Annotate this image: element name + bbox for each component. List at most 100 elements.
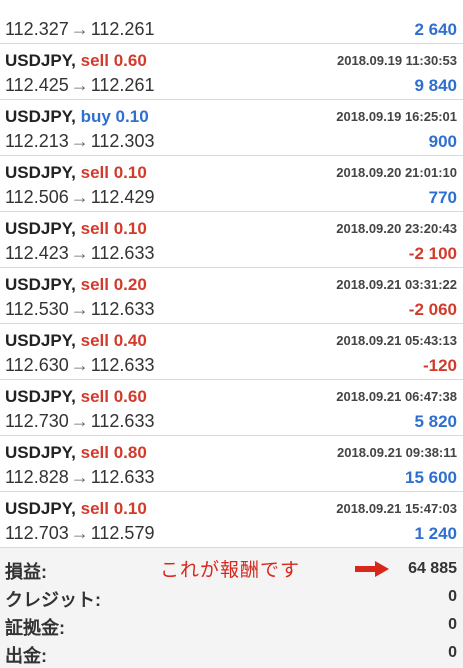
trade-close-time: 2018.09.21 06:47:38 <box>336 389 457 404</box>
close-price: 112.579 <box>90 523 155 543</box>
open-price: 112.530 <box>5 299 69 319</box>
right-arrow-icon: → <box>70 75 89 95</box>
trade-row[interactable]: USDJPY, buy 0.10 2018.09.19 16:25:01 112.2… <box>0 100 463 156</box>
right-arrow-icon: → <box>70 19 89 39</box>
profit-label: 損益: <box>5 562 47 582</box>
trade-close-time: 2018.09.20 21:01:10 <box>336 165 457 180</box>
trade-symbol: USDJPY, <box>5 107 76 126</box>
close-price: 112.633 <box>90 243 155 263</box>
trade-close-time: 2018.09.19 11:30:53 <box>337 53 457 68</box>
close-price: 112.429 <box>90 187 155 207</box>
trade-symbol: USDJPY, <box>5 275 76 294</box>
open-price: 112.506 <box>5 187 69 207</box>
trade-prices: 112.425 → 112.261 <box>5 75 154 96</box>
trade-prices: 112.506 → 112.429 <box>5 187 154 208</box>
open-price: 112.630 <box>5 355 69 375</box>
trade-row[interactable]: USDJPY, sell 0.10 2018.09.20 23:20:43 112.… <box>0 212 463 268</box>
close-price: 112.633 <box>90 299 155 319</box>
trade-close-time: 2018.09.20 23:20:43 <box>336 221 457 236</box>
summary-row-deposit: 証拠金: 0 <box>0 610 463 638</box>
open-price: 112.327 <box>5 19 69 39</box>
trade-side-lot: sell 0.20 <box>80 275 147 294</box>
trade-prices: 112.703 → 112.579 <box>5 523 154 544</box>
trade-side-lot: sell 0.10 <box>80 163 147 182</box>
trade-prices: 112.730 → 112.633 <box>5 411 154 432</box>
trade-symbol: USDJPY, <box>5 219 76 238</box>
trade-prices: 112.530 → 112.633 <box>5 299 154 320</box>
trade-symbol: USDJPY, <box>5 499 76 518</box>
summary-row-credit: クレジット: 0 <box>0 582 463 610</box>
trade-profit: -2 100 <box>408 244 457 263</box>
trade-symbol: USDJPY, <box>5 331 76 350</box>
trade-row[interactable]: USDJPY, sell 0.20 2018.09.21 03:31:22 112.… <box>0 268 463 324</box>
trade-profit: -120 <box>422 356 457 375</box>
trade-profit: 9 840 <box>414 76 457 95</box>
trade-symbol: USDJPY, <box>5 387 76 406</box>
trade-side-lot: sell 0.60 <box>80 51 147 70</box>
trade-history-list: 112.327 → 112.261 2 640 USDJPY, sell 0.60 201… <box>0 0 463 548</box>
trade-side-lot: sell 0.10 <box>80 219 147 238</box>
summary-row-profit: 損益: これが報酬です 64 885 <box>0 554 463 582</box>
credit-value: 0 <box>448 588 457 605</box>
close-price: 112.633 <box>90 467 155 487</box>
trade-row[interactable]: USDJPY, sell 0.80 2018.09.21 09:38:11 112.… <box>0 436 463 492</box>
open-price: 112.213 <box>5 131 69 151</box>
close-price: 112.261 <box>90 75 155 95</box>
trade-row[interactable]: USDJPY, sell 0.10 2018.09.20 21:01:10 112.… <box>0 156 463 212</box>
trade-prices: 112.630 → 112.633 <box>5 355 154 376</box>
deposit-value: 0 <box>448 616 457 633</box>
trade-symbol: USDJPY, <box>5 51 76 70</box>
trade-side-lot: sell 0.80 <box>80 443 147 462</box>
trade-side-lot: sell 0.40 <box>80 331 147 350</box>
handwritten-annotation: これが報酬です <box>160 559 301 581</box>
trade-close-time: 2018.09.19 16:25:01 <box>336 109 457 124</box>
credit-label: クレジット: <box>5 590 101 610</box>
trade-profit: 2 640 <box>414 20 457 39</box>
trade-side-lot: sell 0.60 <box>80 387 147 406</box>
trade-close-time: 2018.09.21 15:47:03 <box>336 501 457 516</box>
right-arrow-icon: → <box>70 187 89 207</box>
close-price: 112.633 <box>90 411 155 431</box>
trade-profit: 770 <box>428 188 457 207</box>
trade-row[interactable]: USDJPY, sell 0.60 2018.09.21 06:47:38 112.… <box>0 380 463 436</box>
account-summary: 損益: これが報酬です 64 885 クレジット: 0 証拠金: 0 出金: 0 <box>0 554 463 666</box>
withdrawal-label: 出金: <box>5 646 47 666</box>
right-arrow-icon: → <box>70 131 89 151</box>
deposit-label: 証拠金: <box>5 618 65 638</box>
trade-prices: 112.327 → 112.261 <box>5 19 154 40</box>
trade-profit: 5 820 <box>414 412 457 431</box>
trade-row[interactable]: 112.327 → 112.261 2 640 <box>0 0 463 44</box>
trade-close-time: 2018.09.21 05:43:13 <box>336 333 457 348</box>
open-price: 112.703 <box>5 523 69 543</box>
trade-profit: -2 060 <box>408 300 457 319</box>
summary-row-withdrawal: 出金: 0 <box>0 638 463 666</box>
right-arrow-icon: → <box>70 467 89 487</box>
trade-row[interactable]: USDJPY, sell 0.10 2018.09.21 15:47:03 112.… <box>0 492 463 548</box>
close-price: 112.261 <box>90 19 155 39</box>
trade-profit: 900 <box>428 132 457 151</box>
profit-value: 64 885 <box>408 560 457 577</box>
open-price: 112.425 <box>5 75 69 95</box>
trade-prices: 112.423 → 112.633 <box>5 243 154 264</box>
right-arrow-icon: → <box>70 355 89 375</box>
trade-profit: 1 240 <box>414 524 457 543</box>
trade-prices: 112.828 → 112.633 <box>5 467 154 488</box>
trade-side-lot: sell 0.10 <box>80 499 147 518</box>
trade-symbol: USDJPY, <box>5 443 76 462</box>
open-price: 112.423 <box>5 243 69 263</box>
trade-close-time: 2018.09.21 09:38:11 <box>337 445 457 460</box>
close-price: 112.633 <box>90 355 155 375</box>
trade-row[interactable]: USDJPY, sell 0.60 2018.09.19 11:30:53 112.… <box>0 44 463 100</box>
close-price: 112.303 <box>90 131 155 151</box>
withdrawal-value: 0 <box>448 644 457 661</box>
right-arrow-icon: → <box>70 411 89 431</box>
right-arrow-icon: → <box>70 299 89 319</box>
right-arrow-icon: → <box>70 523 89 543</box>
trade-side-lot: buy 0.10 <box>80 107 149 126</box>
trade-symbol: USDJPY, <box>5 163 76 182</box>
trade-row[interactable]: USDJPY, sell 0.40 2018.09.21 05:43:13 112.… <box>0 324 463 380</box>
trade-prices: 112.213 → 112.303 <box>5 131 154 152</box>
open-price: 112.828 <box>5 467 69 487</box>
open-price: 112.730 <box>5 411 69 431</box>
right-arrow-icon: → <box>70 243 89 263</box>
